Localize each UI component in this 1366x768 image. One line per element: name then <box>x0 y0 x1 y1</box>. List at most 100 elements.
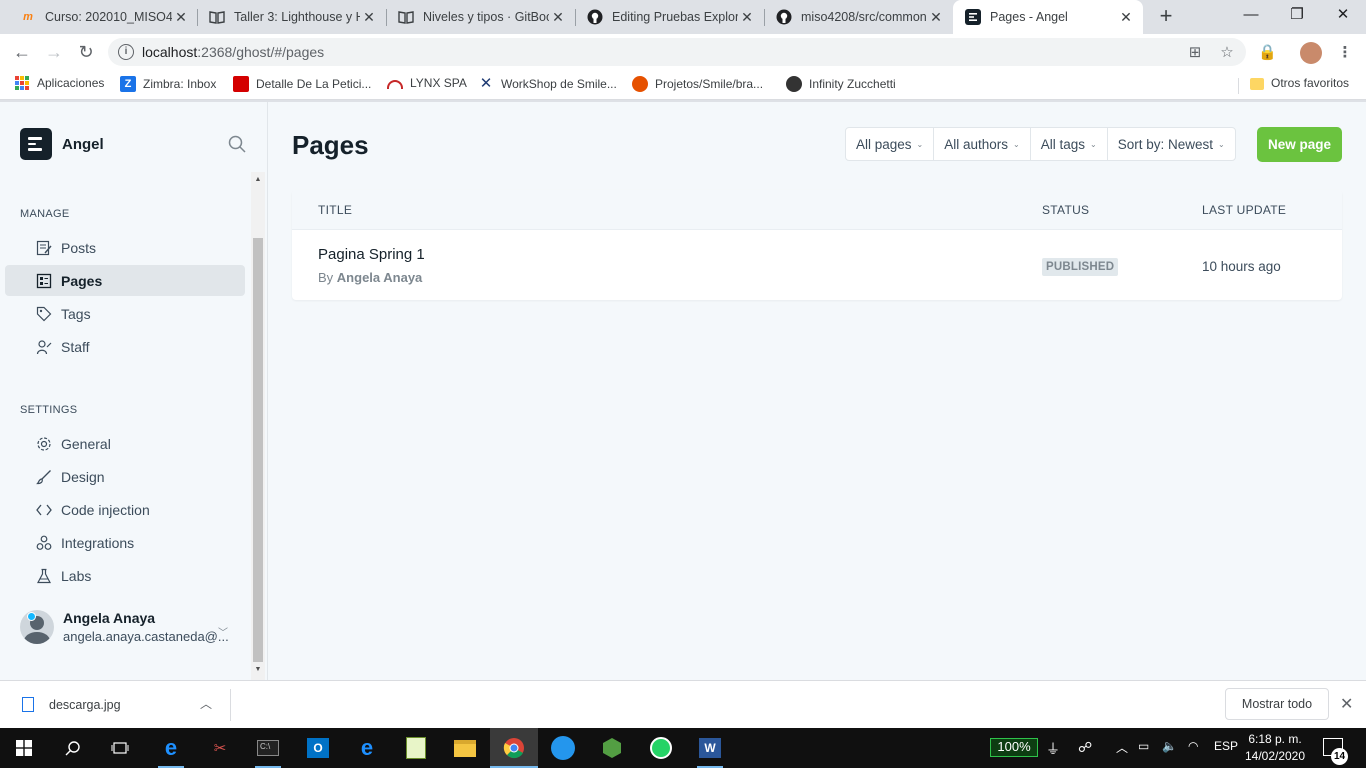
power-plug-icon[interactable]: ⏚ <box>1046 739 1060 759</box>
sidebar-item-labs[interactable]: Labs <box>5 560 245 591</box>
restore-button[interactable]: ❐ <box>1274 0 1320 30</box>
scroll-down-arrow[interactable]: ▼ <box>251 666 265 673</box>
browser-tab[interactable]: m Curso: 202010_MISO42 ✕ <box>8 0 198 34</box>
bookmark-zimbra[interactable]: Z Zimbra: Inbox <box>120 76 216 92</box>
chevron-up-icon[interactable]: ︿ <box>200 695 212 712</box>
window-close-button[interactable]: ✕ <box>1320 0 1366 30</box>
browser-tab[interactable]: Niveles y tipos · GitBook ✕ <box>386 0 575 34</box>
address-bar[interactable]: i localhost:2368/ghost/#/pages ⊞ ☆ <box>108 38 1246 66</box>
extension-icon[interactable]: 🔒 <box>1258 44 1277 62</box>
bookmark-other-folder[interactable]: Otros favoritos <box>1250 76 1349 90</box>
docker-icon[interactable] <box>550 735 576 761</box>
sidebar-scrollbar[interactable]: ▲ ▼ <box>251 172 265 680</box>
close-icon[interactable]: ✕ <box>1117 9 1135 26</box>
last-update-cell: 10 hours ago <box>1202 259 1281 274</box>
forward-button[interactable]: → <box>42 40 66 64</box>
chevron-down-icon: ⌄ <box>1090 139 1097 149</box>
volume-icon[interactable]: 🔈 <box>1162 739 1177 753</box>
taskbar: e ✂ C:\ O e W 100% ⏚ ☍ ︿ ▭ 🔈 ◠ ESP 6:18 … <box>0 728 1366 768</box>
new-tab-button[interactable]: + <box>1154 5 1178 29</box>
terminal-icon[interactable]: C:\ <box>255 735 281 761</box>
edge-icon[interactable]: e <box>158 735 184 761</box>
close-icon[interactable]: ✕ <box>1340 694 1353 714</box>
bookmark-infinity[interactable]: Infinity Zucchetti <box>786 76 896 92</box>
nodejs-icon[interactable] <box>599 735 625 761</box>
language-indicator[interactable]: ESP <box>1214 739 1238 753</box>
browser-tab-active[interactable]: Pages - Angel ✕ <box>953 0 1143 34</box>
sidebar-item-tags[interactable]: Tags <box>5 298 245 329</box>
close-icon[interactable]: ✕ <box>172 9 190 26</box>
scroll-up-arrow[interactable]: ▲ <box>251 176 265 183</box>
code-icon <box>36 502 52 518</box>
internet-explorer-icon[interactable]: e <box>354 735 380 761</box>
bookmark-projetos[interactable]: Projetos/Smile/bra... <box>632 76 763 92</box>
github-icon <box>587 9 603 25</box>
site-brand[interactable]: Angel <box>20 128 104 160</box>
browser-tab[interactable]: Editing Pruebas Explora ✕ <box>575 0 764 34</box>
bookmark-apps[interactable]: Aplicaciones <box>15 76 104 90</box>
gitlab-icon <box>632 76 648 92</box>
close-icon[interactable]: ✕ <box>360 9 378 26</box>
new-page-button[interactable]: New page <box>1257 127 1342 162</box>
sidebar-item-design[interactable]: Design <box>5 461 245 492</box>
bookmark-lynx[interactable]: LYNX SPA <box>387 76 467 90</box>
scroll-thumb[interactable] <box>253 238 263 662</box>
sort-select[interactable]: Sort by: Newest ⌄ <box>1108 128 1235 160</box>
sidebar-item-pages[interactable]: Pages <box>5 265 245 296</box>
menu-icon[interactable]: ⋮ <box>1336 44 1354 62</box>
search-icon[interactable] <box>228 135 246 153</box>
battery-icon[interactable]: ▭ <box>1138 739 1149 753</box>
show-all-button[interactable]: Mostrar todo <box>1225 688 1329 720</box>
chevron-up-icon[interactable]: ︿ <box>1116 739 1128 756</box>
integrations-icon <box>36 535 52 551</box>
table-row[interactable]: Pagina Spring 1 By Angela Anaya PUBLISHE… <box>292 230 1342 300</box>
chart-app-icon[interactable] <box>403 735 429 761</box>
bookmark-detalle[interactable]: Detalle De La Petici... <box>233 76 371 92</box>
url-text[interactable]: localhost:2368/ghost/#/pages <box>142 44 324 60</box>
browser-tab[interactable]: miso4208/src/common ✕ <box>764 0 953 34</box>
filter-type-select[interactable]: All pages ⌄ <box>846 128 935 160</box>
chrome-icon[interactable] <box>501 735 527 761</box>
by-label: By <box>318 270 334 285</box>
back-button[interactable]: ← <box>10 40 34 64</box>
sidebar-item-staff[interactable]: Staff <box>5 331 245 362</box>
minimize-button[interactable]: — <box>1228 0 1274 30</box>
wifi-icon[interactable]: ◠ <box>1188 739 1198 753</box>
sidebar-item-posts[interactable]: Posts <box>5 232 245 263</box>
close-icon[interactable]: ✕ <box>927 9 945 26</box>
snipping-tool-icon[interactable]: ✂ <box>207 735 233 761</box>
translate-icon[interactable]: ⊞ <box>1186 44 1204 62</box>
profile-avatar[interactable] <box>1300 42 1322 64</box>
outlook-icon[interactable]: O <box>305 735 331 761</box>
sidebar-item-label: Design <box>61 468 105 485</box>
star-icon[interactable]: ☆ <box>1218 44 1236 62</box>
whatsapp-icon[interactable] <box>648 735 674 761</box>
task-view-icon[interactable] <box>107 735 133 761</box>
sidebar-item-code-injection[interactable]: Code injection <box>5 494 245 525</box>
settings-heading: SETTINGS <box>20 404 78 416</box>
chevron-down-icon[interactable]: ﹀ <box>218 624 228 639</box>
close-icon[interactable]: ✕ <box>738 9 756 26</box>
bookmark-workshop[interactable]: ✕ WorkShop de Smile... <box>478 76 617 92</box>
battery-indicator[interactable]: 100% <box>990 738 1038 757</box>
word-icon[interactable]: W <box>697 735 723 761</box>
sidebar-item-general[interactable]: General <box>5 428 245 459</box>
user-menu[interactable]: Angela Anaya angela.anaya.castaneda@... <box>20 610 229 644</box>
people-icon[interactable]: ☍ <box>1078 739 1092 756</box>
filter-author-select[interactable]: All authors ⌄ <box>934 128 1031 160</box>
browser-tab[interactable]: Taller 3: Lighthouse y He ✕ <box>197 0 386 34</box>
sidebar-item-integrations[interactable]: Integrations <box>5 527 245 558</box>
page-title-cell[interactable]: Pagina Spring 1 <box>318 246 425 263</box>
clock[interactable]: 6:18 p. m. 14/02/2020 <box>1244 731 1306 765</box>
bookmark-label: Aplicaciones <box>37 76 105 90</box>
close-icon[interactable]: ✕ <box>549 9 567 26</box>
windows-start-icon[interactable] <box>11 735 37 761</box>
file-explorer-icon[interactable] <box>452 735 478 761</box>
reload-button[interactable]: ↻ <box>74 40 98 64</box>
download-item[interactable]: descarga.jpg <box>49 698 121 712</box>
search-icon[interactable] <box>60 735 86 761</box>
info-icon[interactable]: i <box>118 44 134 60</box>
filter-tag-select[interactable]: All tags ⌄ <box>1031 128 1108 160</box>
servicenow-icon <box>233 76 249 92</box>
tab-title: miso4208/src/common <box>801 10 927 24</box>
